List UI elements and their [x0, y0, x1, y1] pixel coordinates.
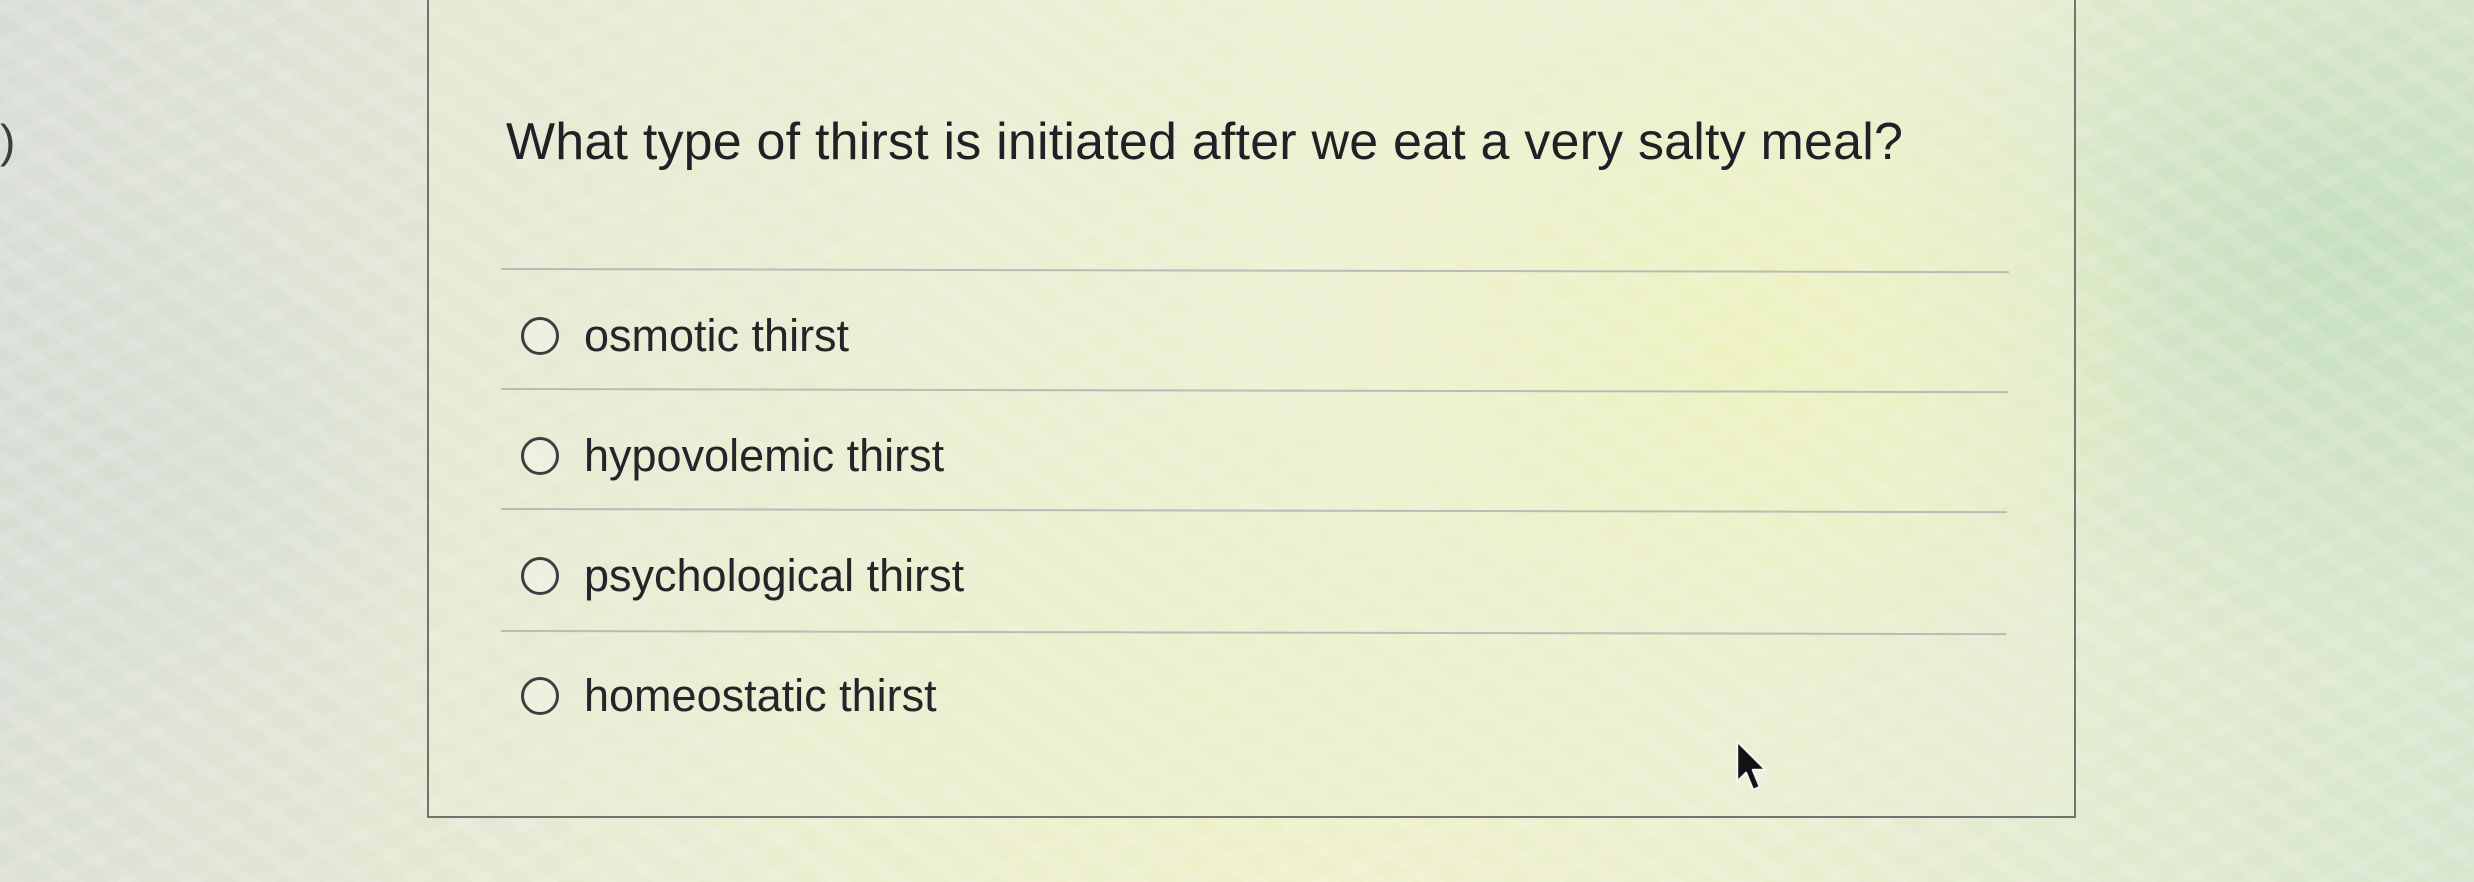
radio-button[interactable] — [521, 557, 559, 595]
answer-option-homeostatic[interactable]: homeostatic thirst — [521, 666, 937, 726]
arrow-pointer-icon — [1735, 739, 1768, 792]
radio-button[interactable] — [521, 437, 559, 475]
answer-option-psychological[interactable]: psychological thirst — [521, 546, 964, 606]
option-divider — [500, 388, 2008, 394]
option-label: homeostatic thirst — [584, 670, 937, 721]
answer-option-osmotic[interactable]: osmotic thirst — [521, 306, 849, 366]
partial-offscreen-glyph: ) — [0, 115, 16, 167]
option-divider — [500, 508, 2007, 514]
question-text: What type of thirst is initiated after w… — [506, 113, 1904, 171]
radio-button[interactable] — [521, 677, 559, 715]
radio-button[interactable] — [521, 317, 559, 355]
option-label: osmotic thirst — [584, 310, 850, 361]
option-divider — [500, 630, 2006, 636]
answer-option-hypovolemic[interactable]: hypovolemic thirst — [521, 426, 944, 486]
option-label: hypovolemic thirst — [584, 430, 945, 481]
question-card: What type of thirst is initiated after w… — [427, 0, 2076, 818]
option-label: psychological thirst — [584, 550, 965, 601]
question-divider — [500, 268, 2009, 274]
